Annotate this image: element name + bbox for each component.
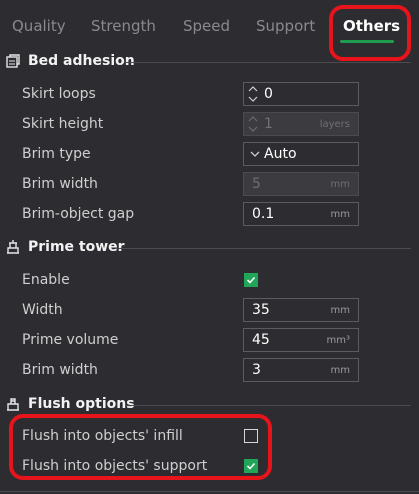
prime-volume-label: Prime volume (22, 332, 119, 348)
tab-support[interactable]: Support (256, 17, 315, 35)
brim-type-label: Brim type (22, 146, 91, 162)
skirt-loops-spinbox[interactable]: 0 (243, 82, 359, 106)
enable-label: Enable (22, 272, 70, 288)
width-unit: mm (330, 305, 350, 316)
tab-bar: Quality Strength Speed Support Others (0, 0, 419, 50)
prime-volume-unit: mm³ (326, 335, 351, 346)
brim-object-gap-label: Brim-object gap (22, 206, 135, 222)
tower-brim-width-input[interactable]: 3 mm (243, 358, 359, 382)
chevron-down-icon[interactable] (250, 148, 260, 160)
tower-brim-width-unit: mm (330, 365, 350, 376)
section-title: Bed adhesion (28, 53, 135, 69)
skirt-height-value: 1 (264, 116, 273, 132)
width-input[interactable]: 35 mm (243, 298, 359, 322)
divider (126, 405, 411, 406)
bottom-divider (0, 491, 419, 492)
brim-type-dropdown[interactable]: Auto (243, 142, 359, 166)
tab-speed[interactable]: Speed (183, 17, 230, 35)
skirt-height-spinbox[interactable]: 1 layers (243, 112, 359, 136)
flush-support-checkbox[interactable] (244, 459, 258, 473)
skirt-loops-label: Skirt loops (22, 86, 96, 102)
prime-volume-input[interactable]: 45 mm³ (243, 328, 359, 352)
brim-width-value: 5 (252, 176, 261, 192)
section-title: Flush options (28, 396, 135, 412)
prime-tower-icon (4, 239, 22, 255)
width-value: 35 (252, 302, 270, 318)
brim-width-input[interactable]: 5 mm (243, 172, 359, 196)
skirt-loops-value: 0 (264, 86, 273, 102)
section-title: Prime tower (28, 239, 125, 255)
section-header-prime-tower: Prime tower (4, 239, 125, 255)
tab-strength[interactable]: Strength (91, 17, 156, 35)
prime-volume-value: 45 (252, 332, 270, 348)
bed-adhesion-icon (4, 53, 22, 69)
checkmark-icon (246, 462, 256, 470)
section-header-flush-options: Flush options (4, 396, 135, 412)
skirt-height-label: Skirt height (22, 116, 104, 132)
width-label: Width (22, 302, 63, 318)
tower-brim-width-value: 3 (252, 362, 261, 378)
divider (124, 62, 411, 63)
brim-object-gap-input[interactable]: 0.1 mm (243, 202, 359, 226)
spin-arrows-icon[interactable] (247, 84, 259, 104)
spin-arrows-icon[interactable] (247, 114, 259, 134)
tab-quality[interactable]: Quality (12, 17, 66, 35)
brim-type-value: Auto (264, 146, 297, 162)
divider (118, 248, 411, 249)
flush-options-icon (4, 396, 22, 412)
skirt-height-unit: layers (319, 119, 350, 130)
checkmark-icon (246, 276, 256, 284)
brim-object-gap-unit: mm (330, 209, 350, 220)
flush-infill-label: Flush into objects' infill (22, 428, 183, 444)
flush-infill-checkbox[interactable] (244, 429, 258, 443)
brim-width-label: Brim width (22, 176, 98, 192)
section-header-bed-adhesion: Bed adhesion (4, 53, 135, 69)
brim-object-gap-value: 0.1 (252, 206, 275, 222)
tower-brim-width-label: Brim width (22, 362, 98, 378)
enable-checkbox[interactable] (244, 273, 258, 287)
tab-others[interactable]: Others (343, 17, 400, 35)
flush-support-label: Flush into objects' support (22, 458, 208, 474)
brim-width-unit: mm (330, 179, 350, 190)
active-tab-indicator (340, 40, 394, 43)
